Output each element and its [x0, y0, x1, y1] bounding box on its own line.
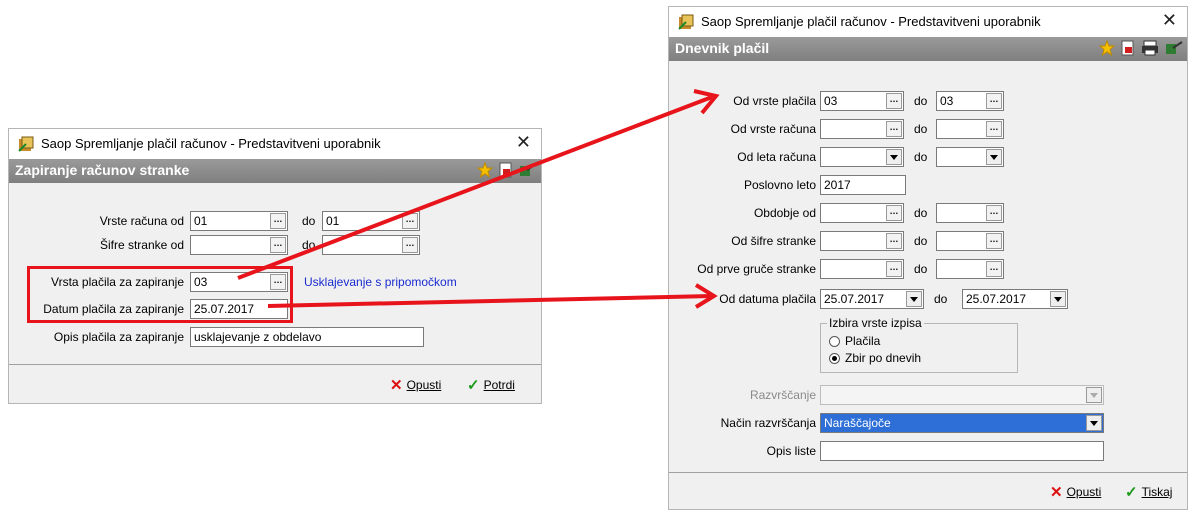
arrow-to-datum-placila — [267, 294, 713, 308]
annotation-arrows — [237, 89, 720, 309]
arrow-to-vrste-placila — [237, 95, 713, 280]
